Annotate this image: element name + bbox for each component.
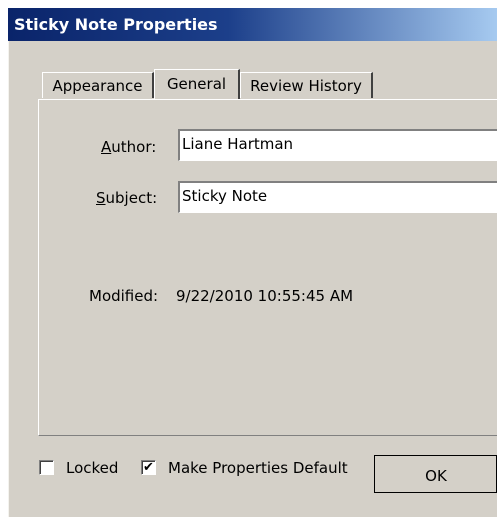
tab-review-history[interactable]: Review History <box>240 72 373 98</box>
author-label: Author: <box>101 138 157 156</box>
modified-label: Modified: <box>89 287 159 305</box>
locked-checkbox[interactable] <box>39 460 54 475</box>
tab-general[interactable]: General <box>154 69 240 99</box>
checkmark-icon: ✔ <box>143 460 154 475</box>
subject-label: Subject: <box>96 189 158 207</box>
ok-button[interactable]: OK <box>374 455 497 493</box>
tab-general-label: General <box>166 75 227 93</box>
ok-button-label: OK <box>425 467 447 485</box>
tab-appearance[interactable]: Appearance <box>42 72 154 98</box>
subject-value: Sticky Note <box>182 187 268 205</box>
modified-value: 9/22/2010 10:55:45 AM <box>176 287 354 305</box>
author-value: Liane Hartman <box>182 135 294 153</box>
make-properties-default-checkbox[interactable]: ✔ <box>141 460 156 475</box>
title-bar[interactable]: Sticky Note Properties <box>8 8 497 41</box>
author-field[interactable]: Liane Hartman <box>178 129 497 161</box>
make-properties-default-label: Make Properties Default <box>168 459 348 477</box>
tab-review-history-label: Review History <box>250 77 362 95</box>
locked-label: Locked <box>66 459 119 477</box>
dialog-title: Sticky Note Properties <box>14 15 218 34</box>
tab-appearance-label: Appearance <box>52 77 143 95</box>
subject-field[interactable]: Sticky Note <box>178 181 497 213</box>
